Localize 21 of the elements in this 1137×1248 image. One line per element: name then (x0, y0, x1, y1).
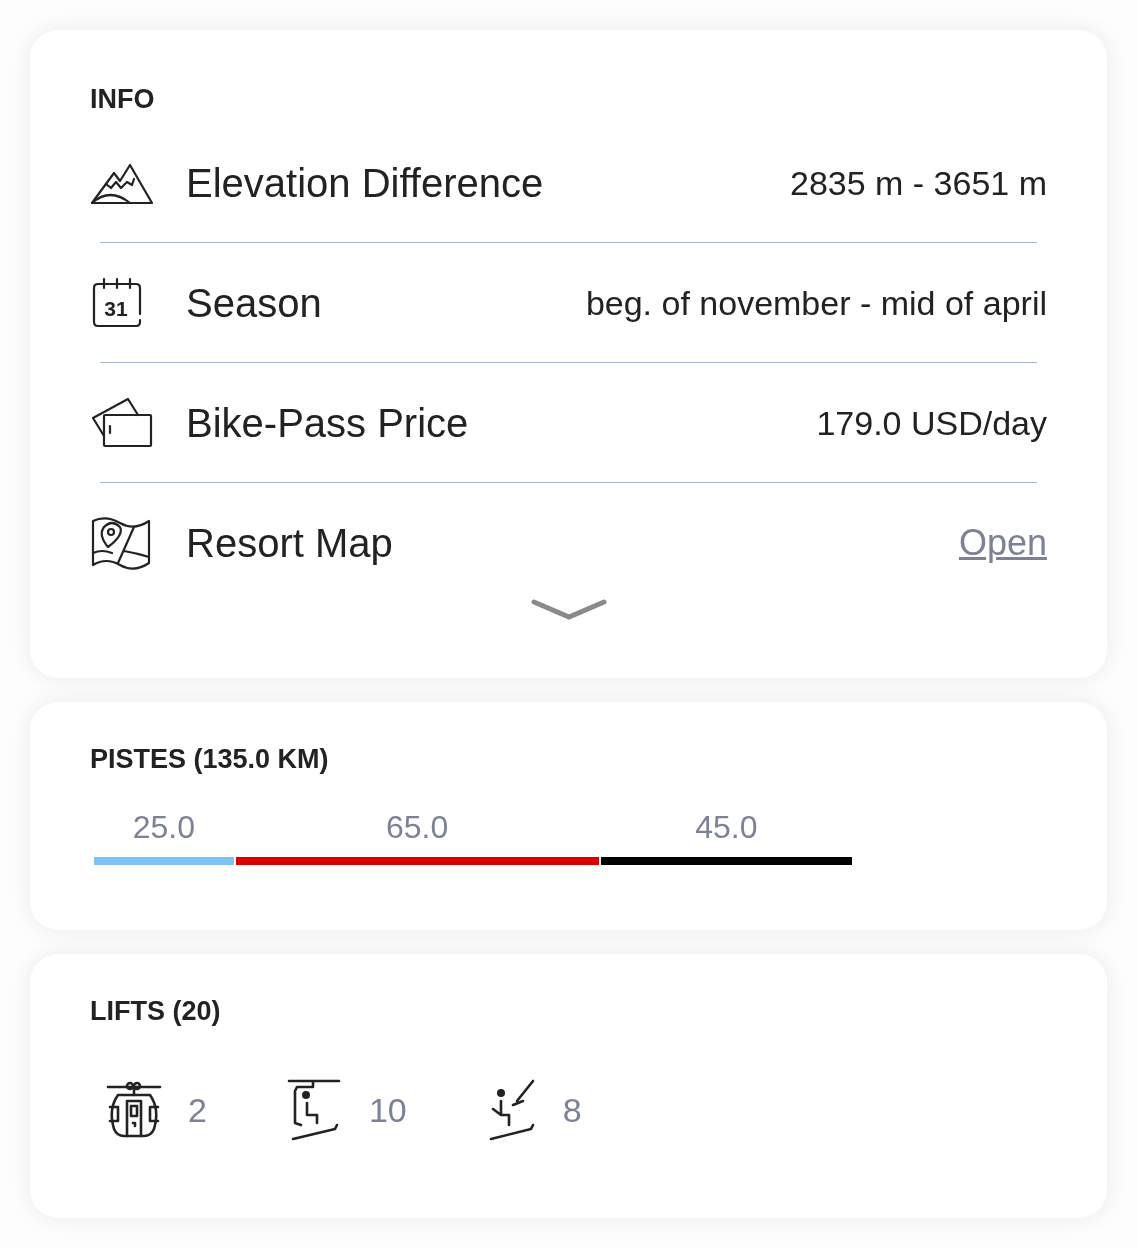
piste-length: 65.0 (386, 811, 449, 843)
open-link[interactable]: Open (958, 516, 1047, 570)
row-label: Bike-Pass Price (186, 400, 469, 447)
section-title: PISTES (135.0 KM) (90, 746, 330, 773)
lift-count: 10 (368, 1089, 407, 1131)
piste-length: 25.0 (132, 811, 195, 843)
row-value: 2835 m - 3651 m (789, 162, 1047, 204)
piste-length: 45.0 (695, 811, 758, 843)
lift-count: 2 (188, 1089, 207, 1131)
chairlift-icon (286, 1079, 343, 1141)
gondola-icon (106, 1081, 162, 1139)
mountain-icon (90, 161, 154, 205)
lift-count: 8 (562, 1089, 582, 1131)
section-title: INFO (90, 86, 156, 113)
row-value: 179.0 USD/day (816, 402, 1047, 444)
row-label: Season (186, 280, 322, 327)
section-title: LIFTS (20) (90, 998, 222, 1025)
tickets-icon (90, 396, 154, 450)
row-label: Elevation Difference (186, 160, 544, 207)
row-value: beg. of november - mid of april (585, 282, 1047, 324)
row-label: Resort Map (186, 520, 393, 567)
